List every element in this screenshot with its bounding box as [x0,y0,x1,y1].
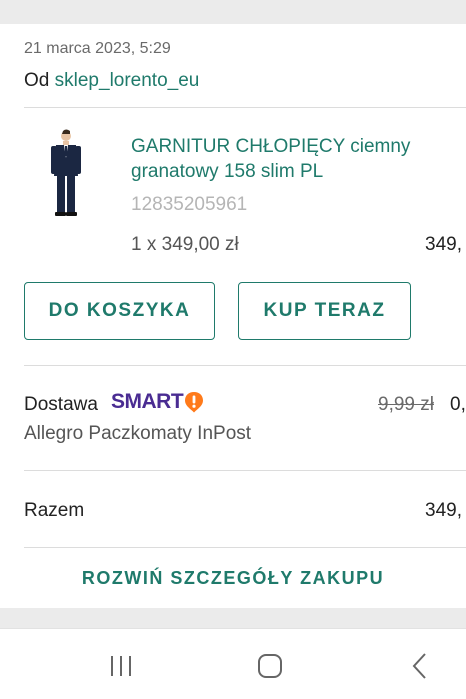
smart-badge: SMART [111,390,204,414]
seller-line: Od sklep_lorento_eu [24,70,199,92]
product-image[interactable] [48,128,84,218]
buy-now-button[interactable]: KUP TERAZ [238,282,411,340]
add-to-cart-button[interactable]: DO KOSZYKA [24,282,215,340]
delivery-new-price: 0, [450,394,466,415]
seller-prefix: Od [24,70,50,91]
back-icon[interactable] [405,651,435,681]
expand-details-link[interactable]: ROZWIŃ SZCZEGÓŁY ZAKUPU [0,568,466,589]
divider [24,470,466,471]
total-label: Razem [24,500,85,521]
home-icon[interactable] [255,651,285,681]
recent-apps-icon[interactable] [106,651,136,681]
divider [24,547,466,548]
order-card: 21 marca 2023, 5:29 Od sklep_lorento_eu … [0,24,466,608]
divider [24,107,466,108]
divider [24,365,466,366]
seller-link[interactable]: sklep_lorento_eu [55,70,200,91]
top-strip [0,0,466,24]
delivery-label: Dostawa [24,394,98,415]
quantity-price: 1 x 349,00 zł [131,234,239,255]
offer-id: 12835205961 [131,194,248,215]
smart-badge-text: SMART [111,390,184,413]
order-date: 21 marca 2023, 5:29 [24,40,171,57]
total-value: 349, [425,500,462,521]
system-navigation-bar [0,628,466,699]
section-gap [0,608,466,628]
product-title[interactable]: GARNITUR CHŁOPIĘCY ciemny granatowy 158 … [131,134,431,184]
smart-exclamation-icon [185,392,204,413]
delivery-method: Allegro Paczkomaty InPost [24,423,252,444]
delivery-old-price: 9,99 zł [378,394,434,415]
line-total: 349, [425,234,462,255]
